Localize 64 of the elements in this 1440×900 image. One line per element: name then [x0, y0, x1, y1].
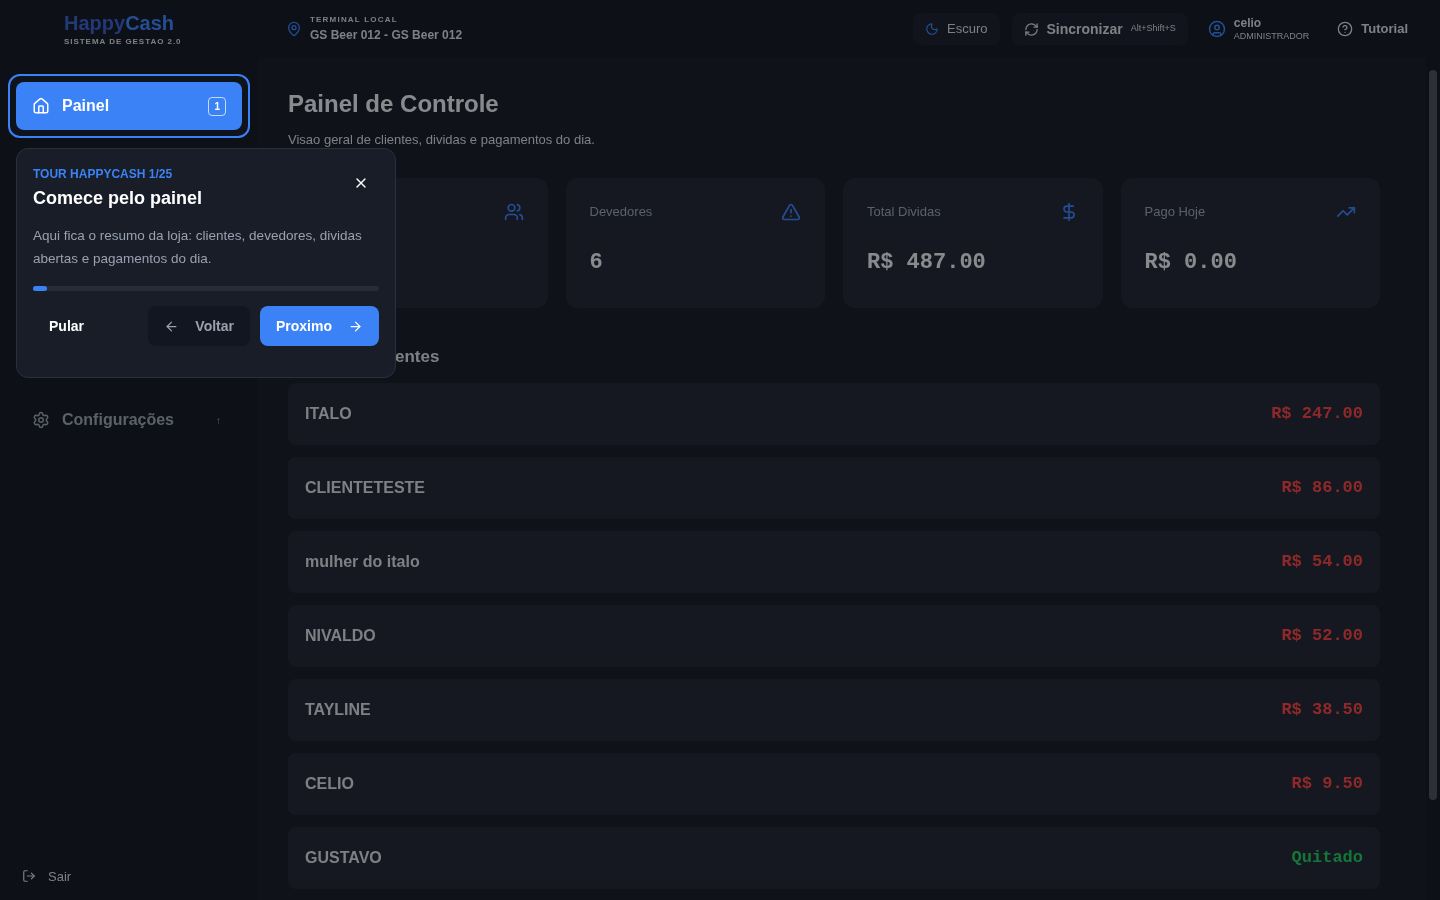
gear-icon — [32, 411, 50, 429]
theme-button[interactable]: Escuro — [913, 13, 1000, 45]
warning-icon — [781, 201, 801, 222]
logout-icon — [22, 869, 36, 884]
client-amount: R$ 86.00 — [1281, 477, 1363, 500]
skip-button[interactable]: Pular — [33, 306, 100, 346]
client-row[interactable]: GUSTAVO Quitado — [288, 827, 1380, 889]
stat-value: R$ 0.00 — [1144, 248, 1238, 277]
client-row[interactable]: mulher do italo R$ 54.00 — [288, 531, 1380, 593]
back-button[interactable]: Voltar — [148, 306, 250, 346]
user-menu[interactable]: celio ADMINISTRADOR — [1199, 15, 1318, 43]
tour-step: TOUR HAPPYCASH 1/25 — [33, 165, 203, 183]
section-title: entes — [394, 345, 441, 368]
tutorial-button[interactable]: Tutorial — [1329, 19, 1416, 39]
client-row[interactable]: TAYLINE R$ 38.50 — [288, 679, 1380, 741]
stat-title: Pago Hoje — [1144, 202, 1206, 221]
user-icon — [1207, 20, 1226, 38]
client-amount: R$ 38.50 — [1281, 699, 1363, 722]
moon-icon — [925, 22, 940, 36]
sidebar-item[interactable]: Configurações ↑ — [16, 402, 242, 438]
client-name: CLIENTETESTE — [305, 478, 425, 498]
tour-title: Comece pelo painel — [33, 187, 203, 210]
stat-value: 6 — [589, 248, 604, 277]
client-name: CELIO — [305, 774, 354, 794]
arrow-right-icon — [348, 318, 363, 334]
shortcut-hint: Alt+Shift+S — [1130, 22, 1176, 36]
help-icon — [1337, 21, 1354, 37]
app-logo: HappyCash — [64, 10, 176, 36]
client-amount: R$ 9.50 — [1291, 773, 1363, 796]
client-amount: R$ 54.00 — [1281, 551, 1363, 574]
page-title: Painel de Controle — [288, 89, 500, 119]
next-button[interactable]: Proximo — [260, 306, 379, 346]
client-row[interactable]: CLIENTETESTE R$ 86.00 — [288, 457, 1380, 519]
client-amount: R$ 52.00 — [1281, 625, 1363, 648]
sync-button[interactable]: Sincronizar Alt+Shift+S — [1011, 13, 1188, 45]
client-name: GUSTAVO — [305, 848, 382, 868]
home-icon — [32, 97, 50, 115]
user-name: celio — [1233, 15, 1263, 31]
client-row[interactable]: CELIO R$ 9.50 — [288, 753, 1380, 815]
page-subtitle: Visao geral de clientes, dividas e pagamentos do dia. — [288, 131, 596, 149]
tour-text: Aqui fica o resumo da loja: clientes, devedores, dividas abertas e pagamentos do dia. — [33, 227, 363, 268]
scrollbar[interactable] — [1426, 58, 1440, 900]
user-role: ADMINISTRADOR — [1233, 30, 1310, 43]
client-name: mulher do italo — [305, 552, 420, 572]
client-name: ITALO — [305, 404, 352, 424]
client-amount: R$ 247.00 — [1271, 403, 1363, 426]
client-amount: Quitado — [1291, 847, 1363, 870]
client-row[interactable]: ITALO R$ 247.00 — [288, 383, 1380, 445]
stat-title: Devedores — [589, 202, 653, 221]
stat-value: R$ 487.00 — [867, 248, 987, 277]
item-marker: ↑ — [215, 413, 222, 428]
stat-title: Total Dividas — [867, 202, 941, 221]
client-name: NIVALDO — [305, 626, 376, 646]
terminal-name: GS Beer 012 - GS Beer 012 — [310, 27, 463, 44]
logout-button[interactable]: Sair — [8, 866, 250, 886]
sync-icon — [1023, 21, 1039, 37]
client-row[interactable]: NIVALDO R$ 52.00 — [288, 605, 1380, 667]
client-name: TAYLINE — [305, 700, 371, 720]
people-icon — [503, 201, 524, 222]
app-subtitle: SISTEMA DE GESTAO 2.0 — [64, 35, 183, 48]
terminal-label: TERMINAL LOCAL — [310, 14, 399, 26]
location-pin-icon — [286, 21, 302, 37]
item-badge: 1 — [208, 96, 226, 116]
sidebar-item[interactable]: Painel 1 — [16, 82, 242, 130]
